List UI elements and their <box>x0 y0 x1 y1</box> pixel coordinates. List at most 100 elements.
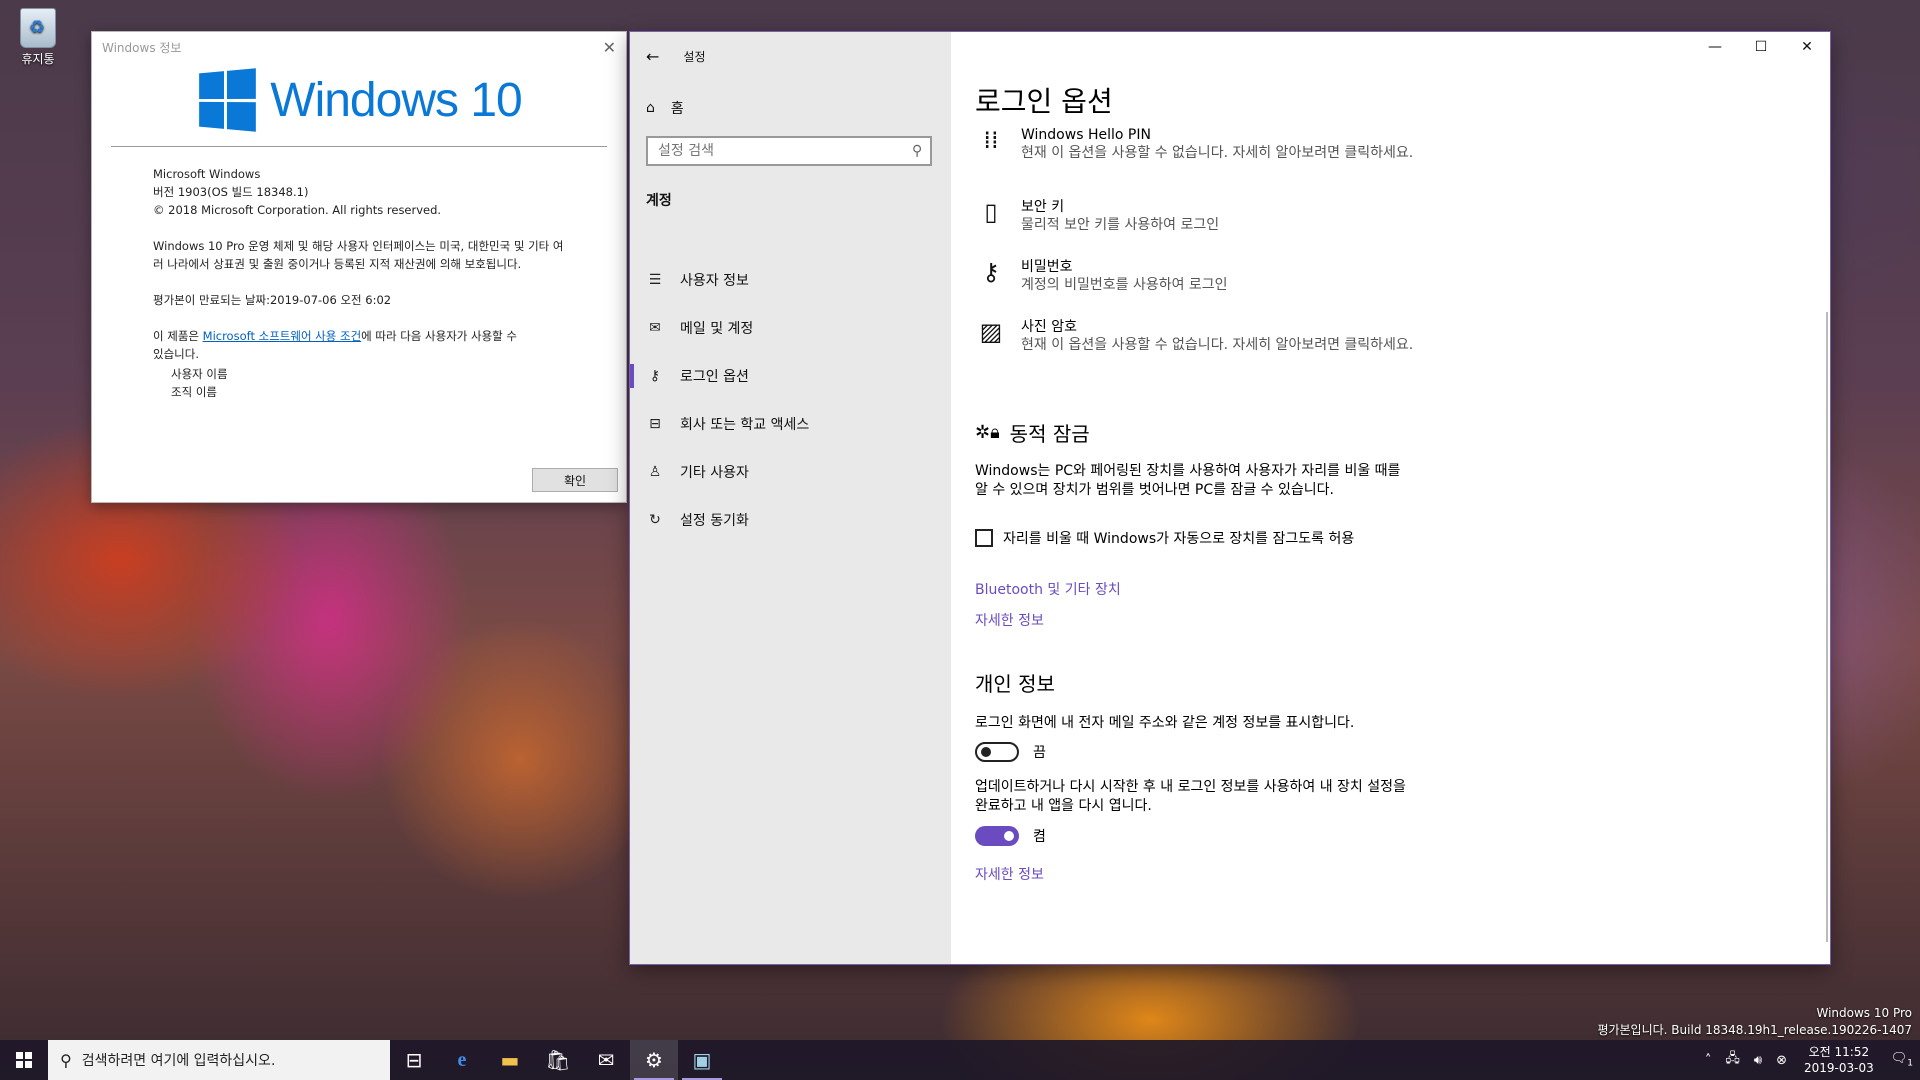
dynamic-lock-icon: ✲🔒︎ <box>975 422 1000 443</box>
chevron-up-icon[interactable]: ˄ <box>1698 1053 1719 1068</box>
show-account-info-toggle[interactable]: 끔 <box>975 742 1046 762</box>
settings-search-input[interactable] <box>656 142 912 160</box>
edge-icon[interactable]: e <box>438 1040 486 1080</box>
privacy-more-info-link[interactable]: 자세한 정보 <box>975 864 1044 884</box>
back-arrow-icon[interactable]: ← <box>646 47 659 66</box>
taskbar: ⚲ 검색하려면 여기에 입력하십시오. ⊟ e ▬ 🛍︎ ✉ ⚙ ▣ ˄ 🖧︎ … <box>0 1040 1920 1080</box>
bluetooth-devices-link[interactable]: Bluetooth 및 기타 장치 <box>975 579 1121 599</box>
key-icon: ⚷ <box>982 258 1000 286</box>
checkbox-label: 자리를 비울 때 Windows가 자동으로 장치를 잠그도록 허용 <box>1003 531 1355 547</box>
checkbox-box[interactable] <box>975 529 993 547</box>
keypad-icon: ⁞⁞ <box>983 126 999 154</box>
sync-icon: ↻ <box>649 512 661 528</box>
user-name: 사용자 이름 <box>171 367 228 381</box>
volume-icon[interactable]: 🔊︎ <box>1747 1053 1769 1068</box>
windows-logo: Windows 10 <box>92 68 626 132</box>
toggle-state: 끔 <box>1033 745 1046 761</box>
privacy-heading: 개인 정보 <box>975 672 1055 696</box>
recycle-bin-icon[interactable]: 휴지통 <box>12 8 64 67</box>
settings-content: — ☐ ✕ 로그인 옵션 ⁞⁞ Windows Hello PIN 현재 이 옵션… <box>951 32 1830 964</box>
notification-count: 1 <box>1907 1058 1913 1069</box>
windows-logo-text: Windows 10 <box>270 73 522 127</box>
option-desc: 계정의 비밀번호를 사용하여 로그인 <box>1021 277 1228 293</box>
nav-label: 메일 및 계정 <box>680 321 754 337</box>
license-text: 이 제품은 Microsoft 소프트웨어 사용 조건에 따라 다음 사용자가 … <box>153 327 523 363</box>
taskbar-search-placeholder: 검색하려면 여기에 입력하십시오. <box>81 1053 276 1069</box>
nav-email-accounts[interactable]: ✉ 메일 및 계정 <box>630 304 951 352</box>
nav-sync-settings[interactable]: ↻ 설정 동기화 <box>630 496 951 544</box>
task-view-icon[interactable]: ⊟ <box>390 1040 438 1080</box>
settings-gear-icon[interactable]: ⚙ <box>630 1040 678 1080</box>
about-window-taskbar-icon[interactable]: ▣ <box>678 1040 726 1080</box>
about-title: Windows 정보 <box>102 40 182 55</box>
clock[interactable]: 오전 11:52 2019-03-03 <box>1794 1044 1884 1076</box>
dynamic-lock-heading: ✲🔒︎ 동적 잠금 <box>975 418 1090 447</box>
evaluation-watermark: Windows 10 Pro 평가본입니다. Build 18348.19h1_… <box>1597 1005 1912 1039</box>
privacy-setting-1: 로그인 화면에 내 전자 메일 주소와 같은 계정 정보를 표시합니다. <box>975 715 1355 731</box>
expiry-text: 평가본이 만료되는 날짜:2019-07-06 오전 6:02 <box>153 293 392 307</box>
dynamic-lock-checkbox[interactable]: 자리를 비울 때 Windows가 자동으로 장치를 잠그도록 허용 <box>975 528 1354 548</box>
network-icon[interactable]: 🖧︎ <box>1718 1049 1747 1071</box>
recycle-bin-label: 휴지통 <box>21 52 55 66</box>
option-password[interactable]: ⚷ 비밀번호 계정의 비밀번호를 사용하여 로그인 <box>975 258 1421 295</box>
home-icon: ⌂ <box>646 100 655 116</box>
option-title: 보안 키 <box>1021 199 1065 215</box>
windows-flag-icon <box>199 68 257 132</box>
start-button[interactable] <box>0 1040 48 1080</box>
option-windows-hello-pin[interactable]: ⁞⁞ Windows Hello PIN 현재 이 옵션을 사용할 수 없습니다.… <box>975 126 1421 163</box>
nav-sign-in-options[interactable]: ⚷ 로그인 옵션 <box>630 352 951 400</box>
home-label: 홈 <box>670 101 684 117</box>
option-picture-password[interactable]: ▨ 사진 암호 현재 이 옵션을 사용할 수 없습니다. 자세히 알아보려면 클릭… <box>975 318 1421 355</box>
license-pre: 이 제품은 <box>153 329 203 343</box>
toggle-state: 켬 <box>1033 829 1046 845</box>
close-icon[interactable]: ✕ <box>1784 32 1830 62</box>
section-heading: 계정 <box>646 193 672 209</box>
nav-other-users[interactable]: ♙ 기타 사용자 <box>630 448 951 496</box>
system-tray: ˄ 🖧︎ 🔊︎ ⊗ 오전 11:52 2019-03-03 🗨︎1 <box>1698 1040 1920 1080</box>
nav-label: 사용자 정보 <box>680 273 749 289</box>
org-name: 조직 이름 <box>171 385 217 399</box>
ok-button[interactable]: 확인 <box>532 468 618 492</box>
version-text: 버전 1903(OS 빌드 18348.1) <box>153 185 309 199</box>
toggle-switch-off[interactable] <box>975 742 1019 762</box>
nav-label: 로그인 옵션 <box>680 369 749 385</box>
about-body: Microsoft Windows 버전 1903(OS 빌드 18348.1)… <box>92 165 626 401</box>
settings-search-box[interactable]: ⚲ <box>646 136 932 166</box>
clock-time: 오전 11:52 <box>1808 1045 1870 1059</box>
close-icon[interactable]: ✕ <box>603 38 616 57</box>
person-add-icon: ♙ <box>648 464 662 480</box>
notification-icon[interactable]: 🗨︎1 <box>1884 1051 1920 1069</box>
home-nav[interactable]: ⌂ 홈 <box>646 98 684 118</box>
usb-key-icon: ▯ <box>984 198 998 226</box>
dynamic-lock-more-info-link[interactable]: 자세한 정보 <box>975 610 1044 630</box>
about-titlebar: Windows 정보 ✕ <box>92 32 626 62</box>
person-list-icon: ☰ <box>648 272 662 288</box>
nav-user-info[interactable]: ☰ 사용자 정보 <box>630 256 951 304</box>
windows-start-icon <box>16 1052 32 1068</box>
language-icon[interactable]: ⊗ <box>1769 1053 1794 1068</box>
license-link[interactable]: Microsoft 소프트웨어 사용 조건 <box>203 329 362 343</box>
dynamic-lock-title: 동적 잠금 <box>1009 422 1090 446</box>
search-icon: ⚲ <box>60 1050 72 1070</box>
file-explorer-icon[interactable]: ▬ <box>486 1040 534 1080</box>
product-name: Microsoft Windows <box>153 167 261 181</box>
settings-titlebar: ← 설정 <box>646 40 706 72</box>
option-title: 사진 암호 <box>1021 319 1077 335</box>
maximize-icon[interactable]: ☐ <box>1738 32 1784 62</box>
toggle-switch-on[interactable] <box>975 826 1019 846</box>
watermark-edition: Windows 10 Pro <box>1816 1006 1912 1020</box>
recycle-bin-graphic <box>20 8 56 48</box>
settings-nav: ☰ 사용자 정보 ✉ 메일 및 계정 ⚷ 로그인 옵션 ⊟ 회사 또는 학교 액세스 ♙… <box>630 256 951 544</box>
nav-work-school[interactable]: ⊟ 회사 또는 학교 액세스 <box>630 400 951 448</box>
minimize-icon[interactable]: — <box>1692 32 1738 62</box>
mail-icon[interactable]: ✉ <box>582 1040 630 1080</box>
option-security-key[interactable]: ▯ 보안 키 물리적 보안 키를 사용하여 로그인 <box>975 198 1421 235</box>
watermark-build: 평가본입니다. Build 18348.19h1_release.190226-… <box>1597 1023 1912 1037</box>
use-signin-info-toggle[interactable]: 켬 <box>975 826 1046 846</box>
key-icon: ⚷ <box>649 368 661 384</box>
taskbar-search-box[interactable]: ⚲ 검색하려면 여기에 입력하십시오. <box>48 1040 390 1080</box>
scrollbar[interactable] <box>1826 312 1828 942</box>
search-icon[interactable]: ⚲ <box>912 143 922 159</box>
about-windows-dialog: Windows 정보 ✕ Windows 10 Microsoft Window… <box>91 31 627 503</box>
store-icon[interactable]: 🛍︎ <box>534 1040 582 1080</box>
